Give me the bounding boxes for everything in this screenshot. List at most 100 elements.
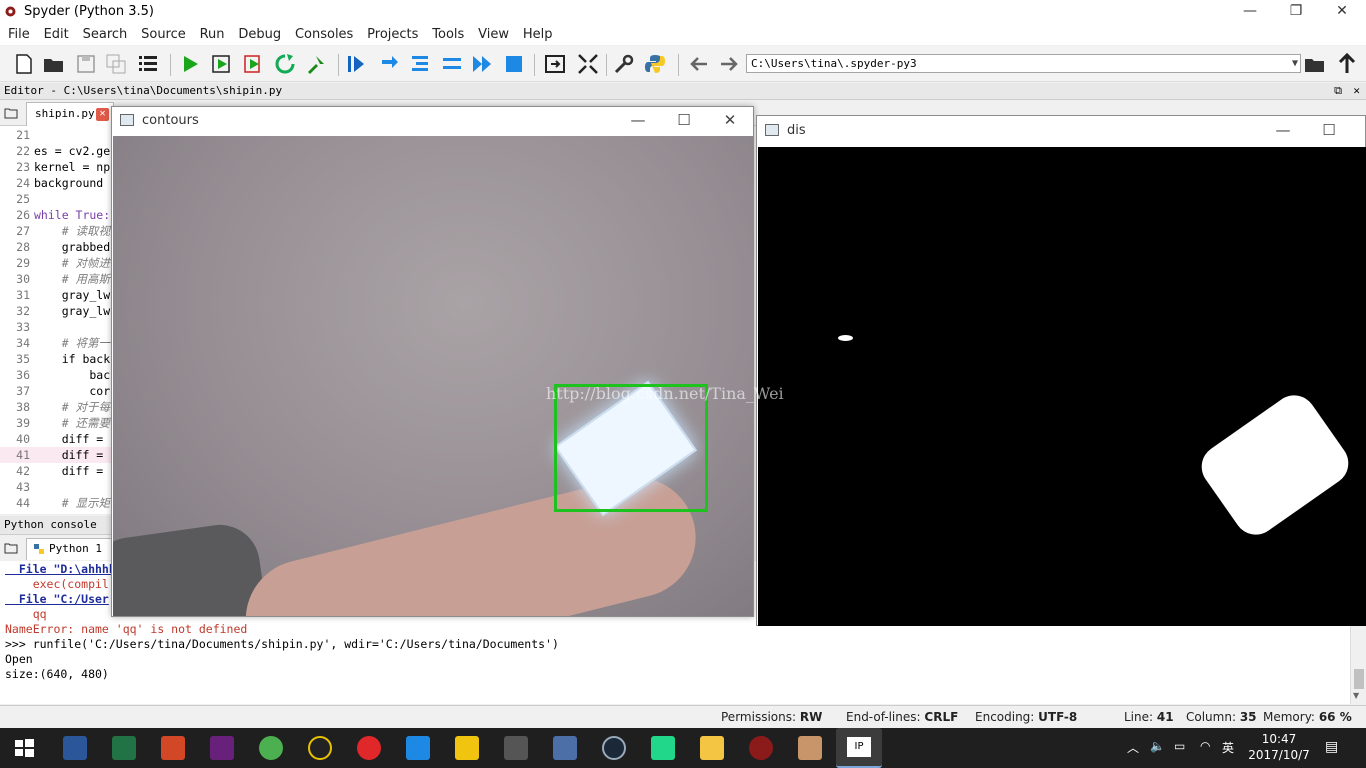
file-explorer-icon[interactable]: [700, 736, 724, 760]
scroll-thumb[interactable]: [1354, 669, 1364, 689]
wrench-icon[interactable]: [612, 52, 636, 76]
tab-shipin-py[interactable]: shipin.py ✕: [26, 102, 114, 126]
chevron-down-icon[interactable]: ▼: [1292, 55, 1298, 72]
excel-icon[interactable]: [112, 736, 136, 760]
forward-icon[interactable]: [717, 52, 741, 76]
line-number: 35: [16, 352, 30, 366]
dis-window[interactable]: dis — ☐: [756, 115, 1366, 626]
menu-edit[interactable]: Edit: [44, 24, 69, 45]
menu-file[interactable]: File: [8, 24, 30, 45]
menu-tools[interactable]: Tools: [432, 24, 464, 45]
chevron-up-icon[interactable]: ︿: [1127, 739, 1139, 756]
tab-label: shipin.py: [35, 107, 95, 120]
close-icon[interactable]: ✕: [96, 108, 109, 121]
working-directory-combobox[interactable]: C:\Users\tina\.spyder-py3 ▼: [746, 54, 1301, 73]
run-icon[interactable]: [178, 52, 202, 76]
outline-icon[interactable]: [136, 52, 160, 76]
run-cell-advance-icon[interactable]: [242, 52, 266, 76]
browse-tabs-icon[interactable]: [4, 107, 18, 119]
maximize-button[interactable]: ☐: [661, 107, 707, 135]
maximize-button[interactable]: ☐: [1306, 117, 1352, 145]
continue-icon[interactable]: [440, 52, 464, 76]
save-icon[interactable]: [74, 52, 98, 76]
status-bar: Permissions: RW End-of-lines: CRLF Encod…: [0, 705, 1366, 727]
tab-python-1[interactable]: Python 1: [26, 538, 112, 560]
code-text: diff =: [34, 464, 104, 478]
step-into-icon[interactable]: [378, 52, 402, 76]
ipython-icon[interactable]: IP: [836, 728, 882, 768]
console-line[interactable]: File "C:/User: [5, 592, 109, 607]
visual-studio-icon[interactable]: [210, 736, 234, 760]
menu-projects[interactable]: Projects: [367, 24, 418, 45]
photo-app-icon[interactable]: [798, 736, 822, 760]
qq-icon[interactable]: [308, 736, 332, 760]
console-line: Open: [5, 652, 33, 666]
debug-icon[interactable]: [304, 52, 328, 76]
close-button[interactable]: ✕: [1319, 0, 1365, 24]
menu-debug[interactable]: Debug: [238, 24, 281, 45]
clock[interactable]: 10:47 2017/10/7: [1243, 731, 1315, 763]
browser-icon[interactable]: [259, 736, 283, 760]
back-icon[interactable]: [687, 52, 711, 76]
console-line: size:(640, 480): [5, 667, 109, 681]
stop-icon[interactable]: [502, 52, 526, 76]
menu-source[interactable]: Source: [141, 24, 186, 45]
step-return-icon[interactable]: [408, 52, 432, 76]
feishu-icon[interactable]: [406, 736, 430, 760]
notification-icon[interactable]: ▤: [1325, 739, 1338, 755]
ime-indicator[interactable]: 英: [1222, 739, 1234, 756]
contours-window[interactable]: contours — ☐ ✕: [111, 106, 754, 617]
menu-view[interactable]: View: [478, 24, 509, 45]
restore-button[interactable]: ❐: [1273, 0, 1319, 24]
ipython-badge: IP: [847, 737, 871, 757]
code-comment: # 读取视: [34, 224, 111, 238]
new-file-icon[interactable]: [12, 52, 36, 76]
steam-icon[interactable]: [602, 736, 626, 760]
powerpoint-icon[interactable]: [161, 736, 185, 760]
code-editor[interactable]: 21 22 es = cv2.ge 23 kernel = np 24 background…: [0, 126, 113, 514]
camera-frame: [113, 136, 753, 616]
minimize-button[interactable]: —: [615, 107, 661, 135]
browse-folder-icon[interactable]: [1303, 52, 1327, 76]
debug-step-icon[interactable]: [344, 52, 368, 76]
pycharm-icon[interactable]: [651, 736, 675, 760]
word-icon[interactable]: [63, 736, 87, 760]
menu-consoles[interactable]: Consoles: [295, 24, 353, 45]
save-all-icon[interactable]: [104, 52, 128, 76]
toolbar-separator: [534, 54, 535, 76]
browse-tabs-icon[interactable]: [4, 542, 18, 554]
scroll-down-icon[interactable]: ▼: [1353, 691, 1359, 700]
minimize-button[interactable]: —: [1260, 117, 1306, 145]
minimize-button[interactable]: —: [1227, 0, 1273, 24]
console-line: NameError: name 'qq' is not defined: [5, 622, 248, 636]
code-text: bac: [34, 368, 111, 382]
vmware-icon[interactable]: [553, 736, 577, 760]
spider-app-icon[interactable]: [749, 736, 773, 760]
fullscreen-icon[interactable]: [576, 52, 600, 76]
python-icon[interactable]: [643, 52, 667, 76]
run-cell-icon[interactable]: [210, 52, 234, 76]
yellow-app-icon[interactable]: [455, 736, 479, 760]
fast-forward-icon[interactable]: [470, 52, 494, 76]
menu-help[interactable]: Help: [523, 24, 553, 45]
wifi-icon[interactable]: ◠: [1200, 739, 1210, 753]
difference-mask: [758, 147, 1366, 626]
menu-search[interactable]: Search: [83, 24, 128, 45]
close-button[interactable]: ✕: [707, 107, 753, 135]
eol-label: End-of-lines:: [846, 710, 921, 724]
line-number: 32: [16, 304, 30, 318]
open-file-icon[interactable]: [42, 52, 66, 76]
close-pane-icon[interactable]: ✕: [1353, 83, 1360, 99]
console-line[interactable]: File "D:\ahhhh: [5, 562, 116, 577]
netease-music-icon[interactable]: [357, 736, 381, 760]
undock-icon[interactable]: ⧉: [1334, 83, 1342, 99]
code-comment: # 将第一: [34, 336, 111, 350]
rerun-icon[interactable]: [273, 52, 297, 76]
menu-run[interactable]: Run: [200, 24, 225, 45]
xmind-icon[interactable]: [504, 736, 528, 760]
volume-icon[interactable]: 🔈: [1150, 739, 1165, 753]
parent-dir-icon[interactable]: [1335, 52, 1359, 76]
battery-icon[interactable]: ▭: [1174, 739, 1185, 753]
start-icon[interactable]: [12, 736, 36, 760]
maximize-pane-icon[interactable]: [543, 52, 567, 76]
